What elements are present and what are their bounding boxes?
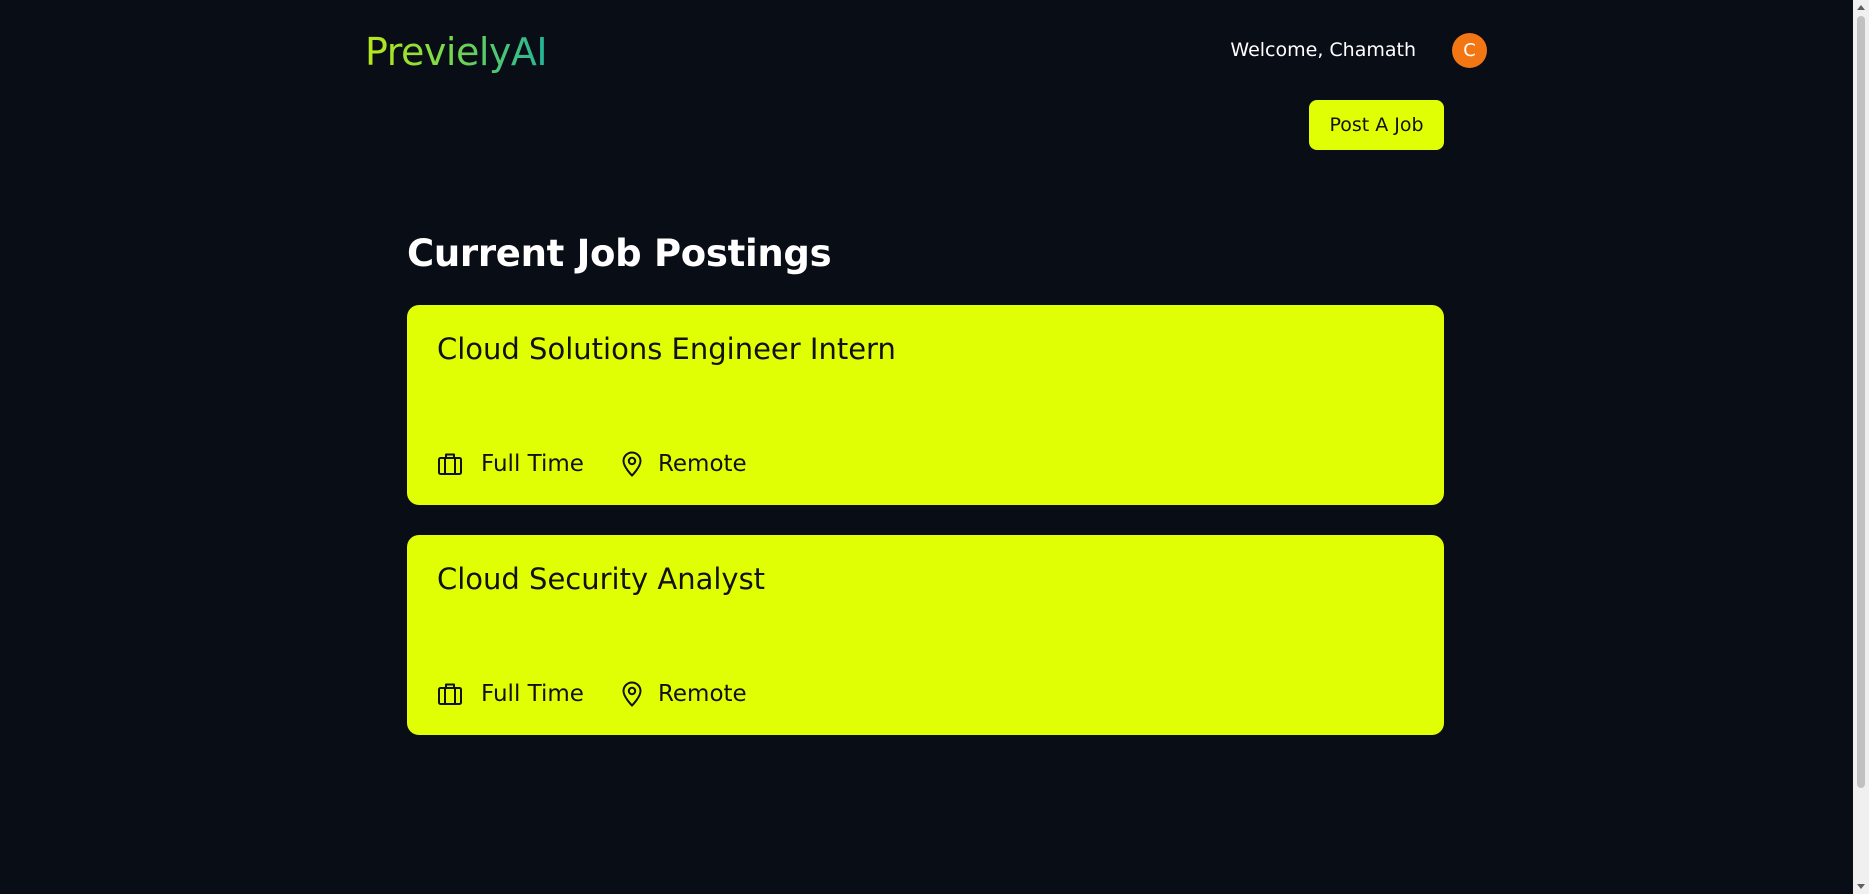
map-pin-icon: [620, 451, 644, 477]
vertical-scrollbar[interactable]: [1853, 0, 1869, 894]
briefcase-icon: [437, 451, 463, 477]
app-logo[interactable]: PrevielyAI: [365, 30, 548, 74]
scrollbar-thumb[interactable]: [1857, 16, 1865, 788]
job-location: Remote: [620, 448, 747, 480]
welcome-message: Welcome, Chamath: [1230, 39, 1416, 61]
location-label: Remote: [657, 451, 747, 477]
job-meta: Full Time Remote: [437, 448, 783, 480]
briefcase-icon: [437, 681, 463, 707]
job-title: Cloud Security Analyst: [437, 562, 766, 596]
scroll-down-arrow-icon[interactable]: [1857, 884, 1865, 889]
post-job-button[interactable]: Post A Job: [1309, 100, 1444, 150]
page-title: Current Job Postings: [407, 232, 832, 275]
job-list: Cloud Solutions Engineer Intern Full Tim…: [407, 305, 1444, 765]
scroll-up-arrow-icon[interactable]: [1857, 5, 1865, 10]
employment-type: Full Time: [437, 448, 584, 480]
location-label: Remote: [657, 681, 747, 707]
employment-type-label: Full Time: [481, 681, 584, 707]
map-pin-icon: [620, 681, 644, 707]
job-location: Remote: [620, 678, 747, 710]
employment-type-label: Full Time: [481, 451, 584, 477]
page: PrevielyAI Welcome, Chamath C Post A Job…: [0, 0, 1853, 894]
employment-type: Full Time: [437, 678, 584, 710]
avatar-initial: C: [1463, 40, 1476, 61]
job-card[interactable]: Cloud Security Analyst Full Time Remote: [407, 535, 1444, 735]
job-meta: Full Time Remote: [437, 678, 783, 710]
job-title: Cloud Solutions Engineer Intern: [437, 332, 896, 366]
avatar[interactable]: C: [1452, 33, 1487, 68]
job-card[interactable]: Cloud Solutions Engineer Intern Full Tim…: [407, 305, 1444, 505]
